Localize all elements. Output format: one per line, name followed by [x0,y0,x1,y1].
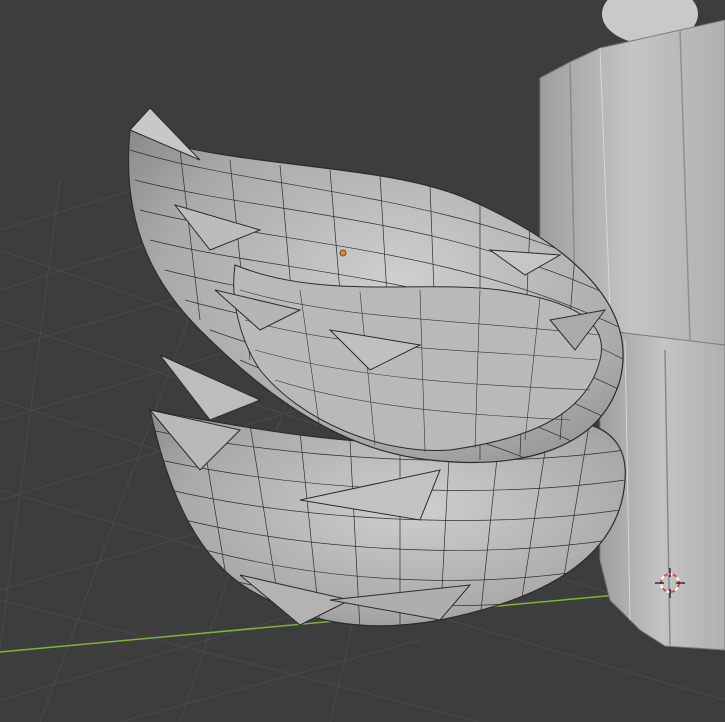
viewport-canvas[interactable] [0,0,725,722]
3d-viewport[interactable] [0,0,725,722]
object-origin-dot[interactable] [339,249,347,257]
